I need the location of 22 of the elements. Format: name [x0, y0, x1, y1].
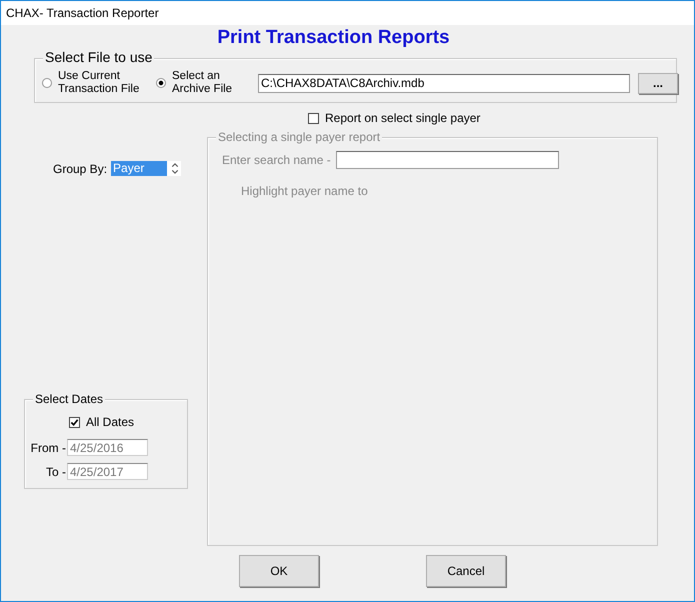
- hint-text: Highlight payer name to: [241, 184, 369, 198]
- checkbox[interactable]: [69, 416, 80, 428]
- page-heading: Print Transaction Reports: [216, 27, 451, 49]
- group-by-label: Group By:: [53, 162, 108, 176]
- group-legend: Select Dates: [33, 392, 106, 406]
- window-title: CHAX- Transaction Reporter: [6, 6, 159, 20]
- radio-button[interactable]: [156, 78, 166, 88]
- cancel-button[interactable]: Cancel: [426, 555, 506, 587]
- path-field[interactable]: C:\CHAX8DATA\C8Archiv.mdb: [258, 74, 630, 92]
- radio-label[interactable]: Select an Archive File: [172, 70, 246, 96]
- spinner-arrows-icon[interactable]: [171, 163, 180, 174]
- group-legend: Selecting a single payer report: [216, 130, 382, 144]
- search-label: Enter search name -: [222, 153, 331, 167]
- radio-label[interactable]: Use Current Transaction File: [58, 70, 150, 96]
- date-label: To -: [44, 464, 66, 478]
- checkbox-label[interactable]: All Dates: [86, 415, 134, 429]
- ok-button[interactable]: OK: [239, 555, 319, 587]
- date-label: From -: [30, 440, 66, 454]
- browse-button[interactable]: ...: [638, 72, 678, 94]
- radio-button[interactable]: [42, 78, 52, 88]
- checkbox[interactable]: [308, 112, 319, 124]
- checkbox-label[interactable]: Report on select single payer: [325, 111, 480, 125]
